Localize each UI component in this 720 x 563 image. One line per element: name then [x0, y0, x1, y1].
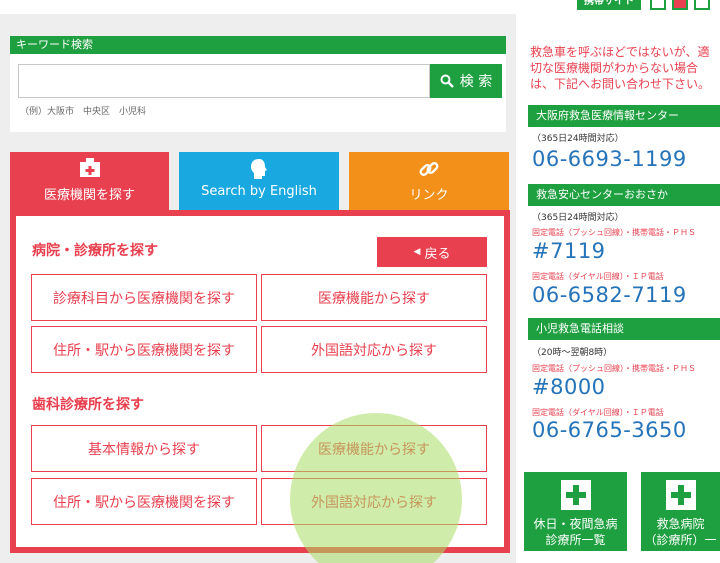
center3-short-number[interactable]: #8000 — [532, 375, 606, 399]
button-line: 診療所一覧 — [545, 533, 606, 547]
center1-phone[interactable]: 06-6693-1199 — [532, 147, 687, 171]
notice-line: は、下記へお問い合わせ下さい。 — [530, 77, 711, 91]
button-line: （診療所）一 — [644, 533, 717, 547]
tab-find-medical[interactable]: 医療機関を探す — [10, 152, 169, 210]
medical-cross-icon — [665, 480, 696, 510]
tab-search-english[interactable]: Search by English — [179, 152, 339, 210]
night-clinic-list-button[interactable]: 休日・夜間急病 診療所一覧 — [524, 472, 627, 551]
mobile-site-button[interactable]: 携帯サイト — [577, 0, 641, 10]
notice-line: 切な医療機関がわからない場合 — [530, 61, 699, 75]
center2-hours: （365日24時間対応） — [532, 213, 624, 223]
option-by-language[interactable]: 外国語対応から探す — [261, 326, 487, 373]
center1-title: 大阪府救急医療情報センター — [528, 105, 720, 127]
dental-option-function[interactable]: 医療機能から探す — [261, 425, 487, 472]
search-example: （例）大阪市 中央区 小児科 — [20, 107, 147, 117]
center2-phone[interactable]: 06-6582-7119 — [532, 283, 687, 307]
center3-hours: （20時～翌朝8時） — [532, 348, 613, 358]
button-line: 救急病院 — [656, 517, 705, 531]
center3-note2: 固定電話（ダイヤル回線）・ＩＰ電話 — [532, 408, 664, 417]
hospital-section-title: 病院・診療所を探す — [32, 243, 158, 259]
dental-option-language[interactable]: 外国語対応から探す — [261, 478, 487, 525]
triangle-left-icon: ◀ — [413, 247, 421, 257]
center3-title: 小児救急電話相談 — [528, 318, 720, 340]
option-by-department[interactable]: 診療科目から医療機関を探す — [31, 274, 257, 321]
search-button[interactable]: 検 索 — [430, 64, 502, 98]
tab-label: Search by English — [201, 184, 317, 199]
dental-option-address[interactable]: 住所・駅から医療機関を探す — [31, 478, 257, 525]
search-icon — [440, 74, 454, 88]
search-content: 病院・診療所を探す ◀ 戻る 診療科目から医療機関を探す 医療機能から探す 住所… — [16, 216, 504, 547]
person-head-icon — [179, 158, 339, 180]
center3-note1: 固定電話（プッシュ回線）・携帯電話・ＰＨＳ — [532, 364, 696, 373]
dental-section-title: 歯科診療所を探す — [32, 397, 144, 413]
font-size-large-button[interactable] — [672, 0, 688, 10]
center3-phone[interactable]: 06-6765-3650 — [532, 418, 687, 442]
button-line: 休日・夜間急病 — [533, 517, 618, 531]
center2-short-number[interactable]: #7119 — [532, 239, 606, 263]
font-size-small-button[interactable] — [650, 0, 666, 10]
tab-links[interactable]: リンク — [349, 152, 509, 210]
keyword-search-box: キーワード検索 検 索 （例）大阪市 中央区 小児科 — [10, 36, 506, 132]
hospital-icon — [10, 158, 169, 180]
chain-link-icon — [349, 158, 509, 180]
search-input[interactable] — [18, 64, 430, 98]
option-by-function[interactable]: 医療機能から探す — [261, 274, 487, 321]
center2-note1: 固定電話（プッシュ回線）・携帯電話・ＰＨＳ — [532, 228, 696, 237]
tab-label: リンク — [409, 188, 449, 203]
back-button[interactable]: ◀ 戻る — [377, 237, 487, 267]
top-bar: 携帯サイト — [0, 0, 720, 14]
emergency-hospital-button[interactable]: 救急病院 （診療所）一 — [641, 472, 720, 551]
color-toggle-button[interactable] — [694, 0, 710, 10]
center1-hours: （365日24時間対応） — [532, 134, 624, 144]
search-content-frame: 病院・診療所を探す ◀ 戻る 診療科目から医療機関を探す 医療機能から探す 住所… — [10, 210, 510, 553]
option-by-address[interactable]: 住所・駅から医療機関を探す — [31, 326, 257, 373]
notice-text: 救急車を呼ぶほどではないが、適 切な医療機関がわからない場合 は、下記へお問い合… — [530, 44, 720, 92]
medical-cross-icon — [560, 480, 591, 510]
back-button-label: 戻る — [424, 246, 451, 262]
search-header: キーワード検索 — [10, 36, 506, 54]
center2-title: 救急安心センターおおさか — [528, 184, 720, 206]
center2-note2: 固定電話（ダイヤル回線）・ＩＰ電話 — [532, 272, 664, 281]
tab-label: 医療機関を探す — [43, 188, 135, 203]
search-button-label: 検 索 — [459, 74, 493, 90]
dental-option-basic[interactable]: 基本情報から探す — [31, 425, 257, 472]
notice-line: 救急車を呼ぶほどではないが、適 — [530, 45, 710, 59]
